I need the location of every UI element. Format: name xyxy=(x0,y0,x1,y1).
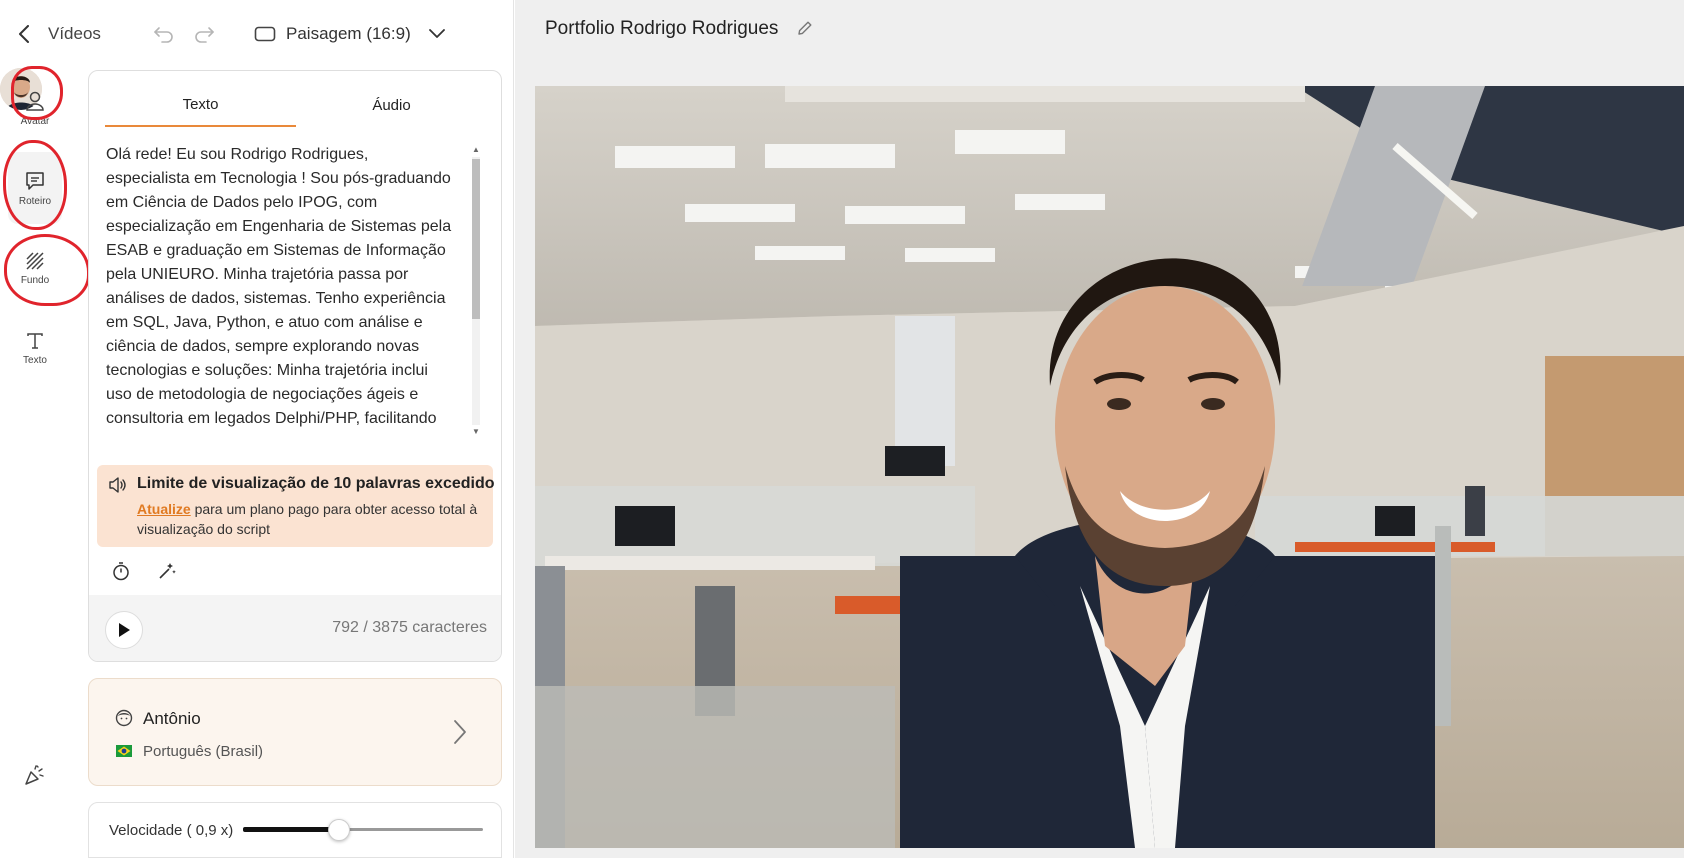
office-background-image xyxy=(535,86,1684,848)
rectangle-icon xyxy=(254,26,276,42)
script-textarea[interactable]: Olá rede! Eu sou Rodrigo Rodrigues, espe… xyxy=(106,143,456,435)
speed-label: Velocidade ( 0,9 x) xyxy=(109,822,234,839)
redo-button[interactable] xyxy=(190,20,218,48)
script-tools xyxy=(109,559,179,587)
chevron-right-icon xyxy=(454,720,466,744)
rail-avatar-label: Avatar xyxy=(20,115,50,127)
left-panel: Vídeos Paisagem (16:9) Avatar Roteiro Fu… xyxy=(0,0,514,858)
undo-icon xyxy=(154,27,173,43)
rail-item-avatar[interactable]: Avatar xyxy=(8,72,62,144)
tab-audio[interactable]: Áudio xyxy=(296,83,487,127)
aspect-ratio-dropdown[interactable]: Paisagem (16:9) xyxy=(254,18,445,50)
magic-wand-icon xyxy=(159,563,176,579)
stopwatch-icon xyxy=(113,562,129,581)
limit-title: Limite de visualização de 10 palavras ex… xyxy=(137,475,495,492)
side-rail: Avatar Roteiro Fundo Texto xyxy=(0,68,80,858)
scroll-thumb[interactable] xyxy=(472,159,480,319)
rail-script-label: Roteiro xyxy=(18,195,52,207)
back-label: Vídeos xyxy=(48,24,101,43)
video-canvas[interactable] xyxy=(535,86,1684,848)
voice-language: Português (Brasil) xyxy=(143,743,264,760)
limit-description: Atualize para um plano pago para obter a… xyxy=(137,499,487,539)
character-count: 792 / 3875 caracteres xyxy=(332,619,487,636)
preview-row: 792 / 3875 caracteres xyxy=(89,595,501,661)
play-button[interactable] xyxy=(105,611,143,649)
top-toolbar: Vídeos Paisagem (16:9) xyxy=(0,0,514,68)
celebrate-button[interactable] xyxy=(18,758,52,792)
scroll-down-arrow-icon[interactable]: ▼ xyxy=(471,427,481,437)
pencil-icon xyxy=(798,21,812,35)
limit-warning-banner: Limite de visualização de 10 palavras ex… xyxy=(97,465,495,547)
preview-area: Portfolio Rodrigo Rodrigues xyxy=(515,0,1684,858)
rail-item-text[interactable]: Texto xyxy=(8,312,62,384)
hatch-pattern-icon xyxy=(26,251,44,270)
rail-item-script[interactable]: Roteiro xyxy=(8,152,62,224)
aspect-ratio-label: Paisagem (16:9) xyxy=(286,24,411,43)
pause-timer-button[interactable] xyxy=(109,559,133,583)
back-button[interactable]: Vídeos xyxy=(18,18,107,50)
scroll-up-arrow-icon[interactable]: ▲ xyxy=(471,145,481,155)
play-icon xyxy=(119,623,130,637)
speaker-icon xyxy=(109,477,126,493)
tab-text[interactable]: Texto xyxy=(105,83,296,127)
rail-item-background[interactable]: Fundo xyxy=(8,232,62,304)
rail-background-label: Fundo xyxy=(20,274,50,286)
speech-bubble-icon xyxy=(26,171,44,190)
undo-button[interactable] xyxy=(150,20,178,48)
speed-card: Velocidade ( 0,9 x) xyxy=(88,802,502,858)
voice-name: Antônio xyxy=(143,709,201,728)
script-tabs: Texto Áudio xyxy=(105,83,487,127)
voice-selector[interactable]: Antônio Português (Brasil) xyxy=(88,678,502,786)
redo-icon xyxy=(195,27,214,43)
letter-t-icon xyxy=(27,332,43,349)
script-scrollbar[interactable]: ▲ ▼ xyxy=(469,143,483,439)
speed-slider[interactable] xyxy=(243,819,483,841)
rail-text-label: Texto xyxy=(23,354,47,366)
upgrade-link[interactable]: Atualize xyxy=(137,501,191,517)
project-title: Portfolio Rodrigo Rodrigues xyxy=(545,18,779,39)
speed-slider-handle[interactable] xyxy=(328,819,350,841)
person-icon xyxy=(26,91,44,111)
party-popper-icon xyxy=(25,765,44,785)
script-card: Texto Áudio Olá rede! Eu sou Rodrigo Rod… xyxy=(88,70,502,662)
chevron-left-icon xyxy=(19,25,29,43)
speed-slider-fill xyxy=(243,827,339,832)
magic-button[interactable] xyxy=(155,559,179,583)
edit-title-button[interactable] xyxy=(793,16,817,40)
brazil-flag-icon xyxy=(116,745,132,757)
chevron-down-icon xyxy=(428,29,445,38)
face-icon xyxy=(115,709,133,727)
